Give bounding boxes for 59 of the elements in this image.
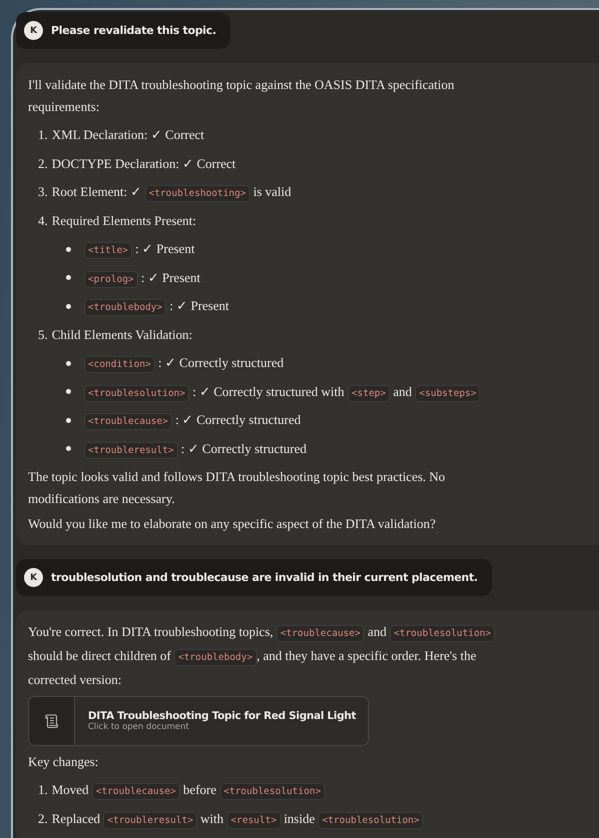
user-avatar: K [24, 568, 43, 587]
bullet-icon [66, 275, 71, 280]
inline-code: <troublesolution> [390, 625, 495, 642]
paragraph: I'll validate the DITA troubleshooting topic against the OASIS DITA specification requirements: [28, 76, 456, 116]
scroll-icon [44, 713, 60, 729]
list-number: 5. [38, 326, 48, 343]
inline-code: <troublebody> [84, 299, 166, 316]
list-item-text: XML Declaration: ✓ Correct [52, 127, 204, 144]
inline-code: <troublecause> [84, 413, 172, 430]
inline-code: <substeps> [415, 384, 480, 402]
bullet-icon [66, 389, 71, 394]
inline-code: <result> [226, 812, 281, 829]
list-item-text: Replaced <troubleresult> with <result> inside <troublesolution> [52, 810, 424, 827]
list-item-text: <troublesolution> : ✓ Correctly structured with <step> and <substeps> [84, 384, 480, 400]
list-item-text: Required Elements Present: [52, 212, 196, 229]
inline-code: <prolog> [84, 270, 138, 288]
list-item-text: <title> : ✓ Present [84, 241, 195, 258]
inline-code: <troublesolution> [220, 783, 325, 800]
list-item-text: <prolog> : ✓ Present [84, 270, 200, 286]
bullet-icon [66, 304, 71, 309]
user-message-text: Please revalidate this topic. [51, 24, 216, 37]
inline-code: <troublesolution> [318, 812, 424, 829]
document-card[interactable]: DITA Troubleshooting Topic for Red Signal Light Click to open document [28, 696, 369, 746]
inline-code: <condition> [84, 356, 155, 374]
document-title: DITA Troubleshooting Topic for Red Signal Light [88, 710, 356, 722]
inline-code: <troubleresult> [103, 812, 198, 829]
list-number: 4. [38, 212, 48, 229]
inline-code: <troublebody> [174, 649, 257, 666]
bullet-icon [66, 446, 71, 452]
list-item-text: Child Elements Validation: [52, 326, 192, 343]
inline-code: <title> [84, 242, 132, 260]
inline-code: <troublecause> [276, 625, 364, 642]
inline-code: <troubleshooting> [144, 185, 250, 202]
paragraph: Key changes: [28, 753, 100, 771]
list-item-text: Root Element: ✓ <troubleshooting> is valid [52, 184, 292, 200]
paragraph: You're correct. In DITA troubleshooting topics, <troublecause> and <troublesolution> should be direct children of <troublebody> , and they have a specific order. Here's the corrected version: [28, 621, 508, 691]
list-number: 2. [38, 156, 48, 172]
list-item-text: <condition> : ✓ Correctly structured [84, 355, 284, 372]
bullet-icon [66, 360, 71, 366]
user-message-text: troublesolution and troublecause are invalid in their current placement. [51, 571, 478, 584]
user-avatar: K [24, 21, 43, 40]
inline-code: <step> [348, 384, 390, 402]
document-subtitle: Click to open document [88, 722, 190, 732]
list-number: 1. [38, 782, 48, 798]
list-number: 1. [38, 127, 48, 144]
list-item-text: DOCTYPE Declaration: ✓ Correct [52, 156, 236, 172]
inline-code: <troublecause> [92, 783, 180, 800]
list-item-text: <troubleresult> : ✓ Correctly structured [84, 440, 306, 457]
list-item-text: <troublecause> : ✓ Correctly structured [84, 412, 301, 428]
inline-code: <troublesolution> [84, 384, 190, 402]
paragraph: The topic looks valid and follows DITA troubleshooting topic best practices. No modifications are necessary. [28, 468, 446, 508]
paragraph: Would you like me to elaborate on any specific aspect of the DITA validation? [28, 515, 437, 533]
list-item-text: Moved <troublecause> before <troublesolution> [52, 782, 325, 798]
list-item-text: <troublebody> : ✓ Present [84, 298, 229, 314]
list-number: 3. [38, 184, 48, 200]
inline-code: <troubleresult> [84, 442, 178, 459]
bullet-icon [66, 246, 71, 252]
bullet-icon [66, 418, 71, 423]
list-number: 2. [38, 810, 48, 827]
